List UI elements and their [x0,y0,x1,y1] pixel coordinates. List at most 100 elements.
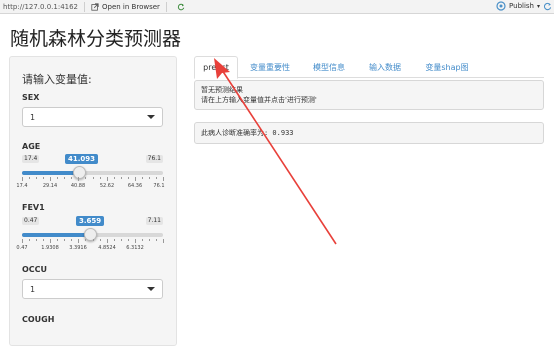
slider-tick [57,177,58,179]
tab-shap-plot[interactable]: 变量shap图 [414,56,480,78]
slider-tick [149,239,150,241]
open-in-browser-button[interactable]: Open in Browser [91,3,160,11]
slider-tick [71,177,72,179]
slider-tick [71,239,72,241]
slider-tick-label: 3.3916 [69,245,87,251]
slider-tick [114,177,115,179]
sidebar-heading: 请输入变量值: [22,73,92,86]
viewer-toolbar: http://127.0.0.1:4162 Open in Browser Pu… [0,0,554,14]
slider-tick [142,177,143,179]
tab-model-info[interactable]: 模型信息 [302,56,356,78]
refresh-corner-icon[interactable] [543,2,552,11]
slider-tick [93,239,94,241]
occu-select-value: 1 [30,284,36,294]
occu-select[interactable]: 1 [22,279,163,299]
slider-tick-label: 40.88 [70,183,86,189]
slider-tick [121,239,122,241]
url-text: http://127.0.0.1:4162 [3,2,79,11]
refresh-icon[interactable] [177,3,185,11]
tab-bar: predct 变量重要性 模型信息 输入数据 变量shap图 [194,56,544,79]
slider-tick [64,177,65,179]
toolbar-divider [84,1,86,12]
slider-tick [163,177,164,181]
fev1-slider[interactable]: 0.47 7.11 3.659 0.47 1.9308 3.3916 4.8524 6.… [16,216,164,257]
slider-tick [57,239,58,241]
age-min: 17.4 [22,155,40,163]
slider-tick [22,177,23,181]
slider-tick [156,177,157,179]
occu-label: OCCU [22,265,48,274]
publish-label: Publish [509,2,534,10]
tab-variable-importance[interactable]: 变量重要性 [240,56,300,78]
slider-tick-label: 4.8524 [98,245,116,251]
slider-tick [36,177,37,179]
slider-tick [50,239,51,243]
fev1-current-value: 3.659 [76,216,105,226]
sex-select[interactable]: 1 [22,107,163,127]
slider-tick [114,239,115,241]
publish-dropdown-icon: ▾ [536,2,540,10]
slider-tick [43,177,44,179]
slider-tick-label: 1.9308 [41,245,59,251]
slider-tick [85,177,86,179]
slider-tick [78,177,79,181]
slider-tick [43,239,44,241]
publish-button[interactable]: Publish ▾ [496,1,540,11]
slider-tick [142,239,143,241]
fev1-ticks [22,239,164,244]
slider-tick [107,239,108,243]
slider-tick [64,239,65,241]
slider-tick [29,177,30,179]
slider-tick [100,177,101,179]
slider-tick [36,239,37,241]
toolbar-divider [165,1,167,12]
slider-tick [50,177,51,181]
tab-predct[interactable]: predct [194,56,238,79]
slider-tick [93,177,94,179]
sidebar-panel: 请输入变量值: SEX 1 AGE 17.4 76.1 41.093 17.4 2… [9,56,177,346]
tab-input-data[interactable]: 输入数据 [358,56,412,78]
page-title: 随机森林分类预测器 [10,28,182,50]
slider-tick [107,177,108,181]
slider-tick [156,239,157,241]
slider-tick [121,177,122,179]
age-ticks [22,177,164,182]
slider-tick [149,177,150,179]
slider-tick [163,239,164,243]
slider-tick [78,239,79,243]
slider-tick [85,239,86,241]
sex-label: SEX [22,93,40,102]
slider-tick [128,177,129,179]
slider-tick [135,177,136,181]
slider-tick [22,239,23,243]
sex-select-value: 1 [30,112,36,122]
prediction-line-2: 请在上方输入变量值并点击'进行预测' [201,96,317,104]
cough-label: COUGH [22,315,55,324]
fev1-slider-fill [22,233,90,237]
age-slider-fill [22,171,79,175]
slider-tick-label: 64.36 [127,183,143,189]
slider-tick-label: 6.3132 [126,245,144,251]
age-max: 76.1 [145,155,163,163]
age-current-value: 41.093 [65,154,99,164]
slider-tick [135,239,136,243]
chevron-down-icon [147,287,155,291]
open-in-browser-label: Open in Browser [102,2,160,11]
prediction-line-1: 暂无预测结果 [201,86,243,94]
slider-tick [128,239,129,241]
slider-tick [100,239,101,241]
slider-tick-label: 0.47 [16,245,28,251]
fev1-min: 0.47 [22,217,40,225]
chevron-down-icon [147,115,155,119]
prediction-output: 暂无预测结果 请在上方输入变量值并点击'进行预测' [194,80,544,110]
slider-tick-label: 76.1 [153,183,165,189]
open-browser-icon [91,2,99,11]
slider-tick-label: 52.62 [99,183,115,189]
slider-tick-label: 29.14 [42,183,58,189]
age-slider[interactable]: 17.4 76.1 41.093 17.4 29.14 40.88 52.62 64.3… [16,154,165,195]
accuracy-output: 此病人诊断准确率为: 0.933 [194,122,544,144]
age-label: AGE [22,142,41,151]
fev1-label: FEV1 [22,203,45,212]
slider-tick [29,239,30,241]
publish-icon [496,1,506,11]
